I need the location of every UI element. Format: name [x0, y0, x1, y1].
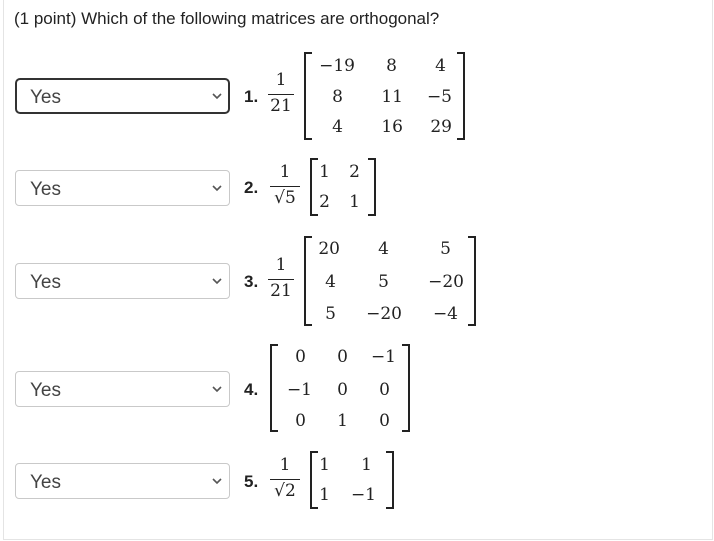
- matrix-cell: 8: [332, 87, 343, 107]
- answer-select-value: Yes: [30, 87, 61, 108]
- matrix-cell: 11: [381, 87, 403, 107]
- chevron-down-icon: [212, 386, 222, 393]
- matrix-cell: 1: [361, 455, 372, 475]
- scalar-fraction-5: 1 √2: [270, 455, 300, 501]
- matrix-right-bracket: [457, 52, 465, 140]
- matrix-cell: 0: [379, 411, 390, 431]
- matrix-cell: 20: [318, 239, 340, 259]
- item-number-2: 2.: [244, 178, 259, 197]
- fraction-denominator: √5: [274, 188, 296, 208]
- matrix-cell: 1: [319, 162, 330, 182]
- matrix-cell: 2: [319, 192, 330, 212]
- matrix-cell: 4: [378, 239, 389, 259]
- item-number-5: 5.: [244, 472, 259, 491]
- points-label: (1 point): [14, 9, 77, 28]
- chevron-down-icon: [212, 278, 222, 285]
- fraction-numerator: 1: [275, 70, 287, 90]
- fraction-numerator: 1: [275, 255, 287, 275]
- matrix-cell: 29: [430, 117, 452, 137]
- matrix-cell: 1: [319, 455, 330, 475]
- item-number-4: 4.: [244, 380, 259, 399]
- matrix-cell: −1: [370, 347, 396, 367]
- fraction-denominator: √2: [274, 481, 296, 501]
- matrix-cell: 0: [295, 411, 306, 431]
- matrix-cell: 0: [337, 380, 348, 400]
- question-text: (1 point) Which of the following matrice…: [14, 9, 439, 29]
- matrix-cell: 1: [349, 192, 360, 212]
- answer-select-value: Yes: [30, 272, 61, 293]
- item-number-1: 1.: [244, 87, 259, 106]
- matrix-left-bracket: [304, 52, 312, 140]
- scalar-fraction-3: 1 21: [268, 255, 294, 301]
- matrix-cell: 0: [337, 347, 348, 367]
- matrix-cell: −5: [426, 87, 452, 107]
- chevron-down-icon: [212, 93, 222, 100]
- matrix-cell: 4: [332, 117, 343, 137]
- matrix-right-bracket: [468, 236, 476, 326]
- matrix-cell: 8: [386, 56, 397, 76]
- answer-select-1[interactable]: Yes: [15, 78, 230, 114]
- matrix-cell: −20: [366, 304, 402, 324]
- matrix-cell: 0: [379, 380, 390, 400]
- matrix-left-bracket: [270, 344, 278, 432]
- answer-select-2[interactable]: Yes: [15, 170, 230, 206]
- matrix-cell: 1: [337, 411, 348, 431]
- matrix-cell: −19: [319, 56, 355, 76]
- fraction-numerator: 1: [279, 162, 291, 182]
- answer-select-value: Yes: [30, 179, 61, 200]
- matrix-cell: −4: [432, 304, 458, 324]
- question-prompt: Which of the following matrices are orth…: [81, 9, 440, 28]
- matrix-cell: −20: [428, 272, 464, 292]
- matrix-cell: 5: [440, 239, 451, 259]
- answer-select-5[interactable]: Yes: [15, 463, 230, 499]
- answer-select-value: Yes: [30, 380, 61, 401]
- matrix-cell: 16: [381, 117, 403, 137]
- chevron-down-icon: [212, 478, 222, 485]
- chevron-down-icon: [212, 185, 222, 192]
- matrix-cell: 4: [325, 272, 336, 292]
- matrix-cell: 2: [349, 162, 360, 182]
- matrix-cell: −1: [350, 485, 376, 505]
- scalar-fraction-2: 1 √5: [270, 162, 300, 208]
- matrix-cell: 4: [435, 56, 446, 76]
- answer-select-3[interactable]: Yes: [15, 263, 230, 299]
- matrix-cell: 5: [325, 304, 336, 324]
- matrix-cell: 0: [295, 347, 306, 367]
- matrix-right-bracket: [386, 451, 394, 509]
- matrix-cell: −1: [286, 380, 312, 400]
- fraction-denominator: 21: [270, 281, 292, 301]
- item-number-3: 3.: [244, 272, 259, 291]
- scalar-fraction-1: 1 21: [268, 70, 294, 116]
- fraction-denominator: 21: [270, 96, 292, 116]
- matrix-right-bracket: [368, 158, 376, 216]
- matrix-cell: 5: [378, 272, 389, 292]
- answer-select-value: Yes: [30, 472, 61, 493]
- fraction-numerator: 1: [279, 455, 291, 475]
- matrix-cell: 1: [319, 485, 330, 505]
- matrix-right-bracket: [402, 344, 410, 432]
- answer-select-4[interactable]: Yes: [15, 371, 230, 407]
